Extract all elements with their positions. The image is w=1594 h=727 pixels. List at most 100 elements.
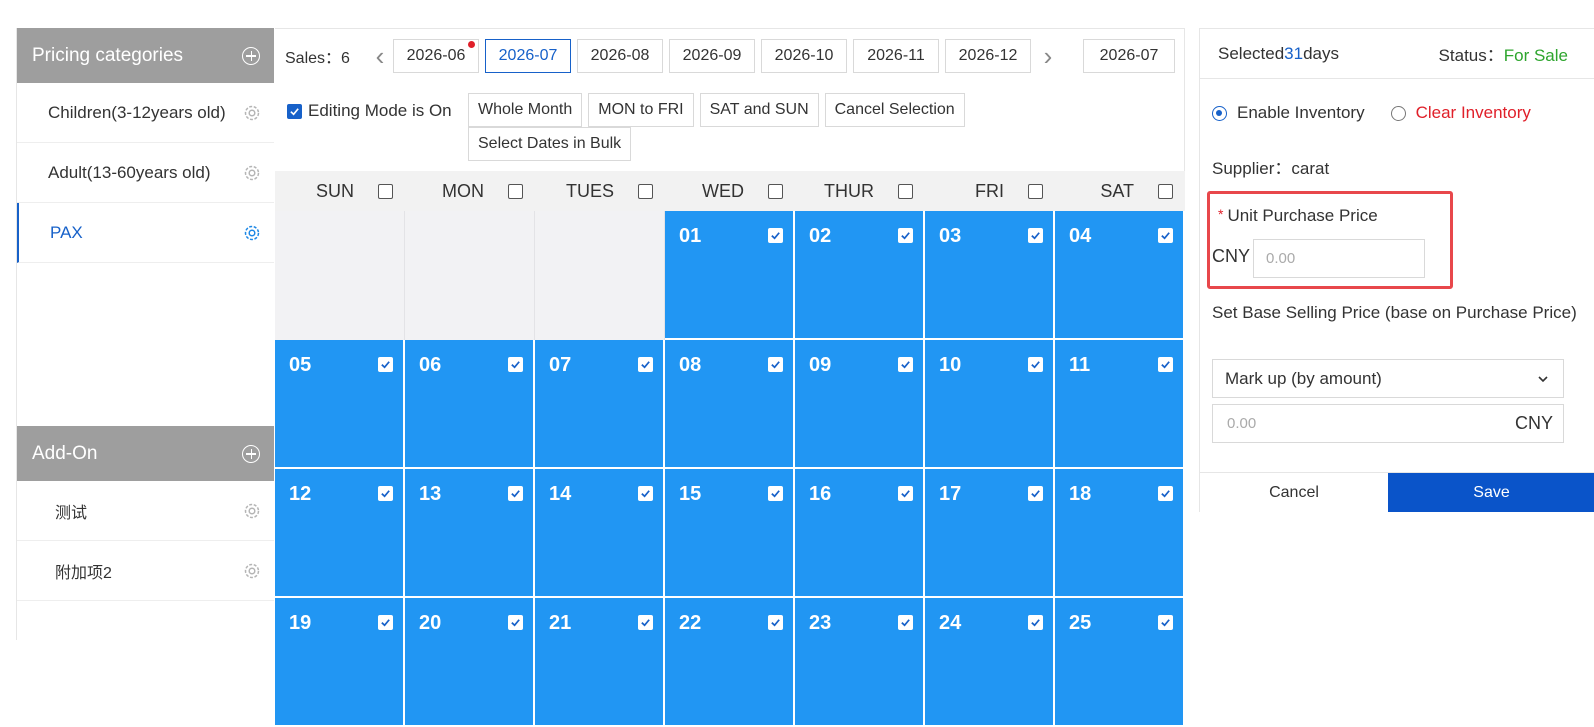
day-checkbox-checked-icon[interactable] xyxy=(898,486,913,501)
weekday-checkbox[interactable] xyxy=(768,183,783,199)
day-checkbox-checked-icon[interactable] xyxy=(638,486,653,501)
enable-inventory-radio[interactable] xyxy=(1212,105,1227,121)
weekday-checkbox[interactable] xyxy=(1158,183,1173,199)
enable-inventory-label[interactable]: Enable Inventory xyxy=(1237,103,1365,123)
whole-month-button[interactable]: Whole Month xyxy=(468,93,583,127)
unit-purchase-price-input[interactable] xyxy=(1253,239,1425,278)
calendar-day-cell[interactable]: 24 xyxy=(925,598,1055,727)
gear-icon[interactable] xyxy=(242,163,262,183)
calendar-day-cell[interactable]: 22 xyxy=(665,598,795,727)
day-checkbox-checked-icon[interactable] xyxy=(768,615,783,630)
calendar-day-cell[interactable]: 20 xyxy=(405,598,535,727)
calendar-day-cell[interactable]: 06 xyxy=(405,340,535,469)
calendar-day-cell[interactable]: 13 xyxy=(405,469,535,598)
day-checkbox-checked-icon[interactable] xyxy=(1158,228,1173,243)
sidebar-item-adult[interactable]: Adult(13-60years old) xyxy=(17,143,274,203)
chevron-right-icon[interactable]: › xyxy=(1037,39,1059,73)
save-button[interactable]: Save xyxy=(1388,473,1594,512)
month-tab-2026-08[interactable]: 2026-08 xyxy=(577,39,663,73)
day-checkbox-checked-icon[interactable] xyxy=(768,228,783,243)
calendar-day-cell[interactable]: 11 xyxy=(1055,340,1185,469)
day-checkbox-checked-icon[interactable] xyxy=(508,357,523,372)
selling-price-input[interactable] xyxy=(1213,405,1515,442)
calendar-day-cell[interactable]: 25 xyxy=(1055,598,1185,727)
day-checkbox-checked-icon[interactable] xyxy=(508,615,523,630)
day-checkbox-checked-icon[interactable] xyxy=(1028,228,1043,243)
month-tab-2026-06[interactable]: 2026-06 xyxy=(393,39,479,73)
month-tab-2026-12[interactable]: 2026-12 xyxy=(945,39,1031,73)
calendar-day-cell[interactable]: 09 xyxy=(795,340,925,469)
calendar-week-row: 01 02 03 04 xyxy=(275,211,1185,340)
calendar-day-cell[interactable]: 02 xyxy=(795,211,925,340)
calendar-day-cell[interactable]: 19 xyxy=(275,598,405,727)
day-checkbox-checked-icon[interactable] xyxy=(378,357,393,372)
calendar-day-cell[interactable]: 10 xyxy=(925,340,1055,469)
month-tab-2026-11[interactable]: 2026-11 xyxy=(853,39,939,73)
month-tab-2026-10[interactable]: 2026-10 xyxy=(761,39,847,73)
calendar-day-cell[interactable]: 15 xyxy=(665,469,795,598)
clear-inventory-label[interactable]: Clear Inventory xyxy=(1416,103,1531,123)
weekday-checkbox[interactable] xyxy=(898,183,913,199)
gear-icon[interactable] xyxy=(242,103,262,123)
day-checkbox-checked-icon[interactable] xyxy=(898,357,913,372)
select-dates-in-bulk-button[interactable]: Select Dates in Bulk xyxy=(468,127,632,161)
calendar-day-cell[interactable]: 01 xyxy=(665,211,795,340)
add-pricing-category-icon[interactable] xyxy=(242,46,260,65)
month-tab-2026-09[interactable]: 2026-09 xyxy=(669,39,755,73)
calendar-day-cell[interactable]: 03 xyxy=(925,211,1055,340)
calendar-day-number: 15 xyxy=(679,483,702,505)
day-checkbox-checked-icon[interactable] xyxy=(1028,486,1043,501)
calendar-day-cell[interactable]: 18 xyxy=(1055,469,1185,598)
sidebar-item-children[interactable]: Children(3-12years old) xyxy=(17,83,274,143)
day-checkbox-checked-icon[interactable] xyxy=(898,228,913,243)
weekday-checkbox[interactable] xyxy=(378,183,393,199)
calendar-day-cell[interactable]: 21 xyxy=(535,598,665,727)
mon-to-fri-button[interactable]: MON to FRI xyxy=(588,93,694,127)
month-tab-2026-07[interactable]: 2026-07 xyxy=(485,39,571,73)
editing-mode-toggle[interactable]: Editing Mode is On xyxy=(287,101,468,121)
weekday-checkbox[interactable] xyxy=(508,183,523,199)
calendar-day-cell[interactable]: 04 xyxy=(1055,211,1185,340)
month-label: 2026-09 xyxy=(682,47,742,64)
day-checkbox-checked-icon[interactable] xyxy=(638,357,653,372)
sidebar-item-addon-2[interactable]: 附加项2 xyxy=(17,541,274,601)
weekday-checkbox[interactable] xyxy=(1028,183,1043,199)
calendar-day-cell[interactable]: 05 xyxy=(275,340,405,469)
status-label: Status： xyxy=(1438,46,1504,65)
day-checkbox-checked-icon[interactable] xyxy=(898,615,913,630)
day-checkbox-checked-icon[interactable] xyxy=(1158,615,1173,630)
day-checkbox-checked-icon[interactable] xyxy=(768,357,783,372)
calendar-day-cell[interactable]: 23 xyxy=(795,598,925,727)
weekday-checkbox[interactable] xyxy=(638,183,653,199)
day-checkbox-checked-icon[interactable] xyxy=(508,486,523,501)
calendar-day-cell[interactable]: 08 xyxy=(665,340,795,469)
gear-icon[interactable] xyxy=(242,561,262,581)
calendar-day-cell[interactable]: 12 xyxy=(275,469,405,598)
markup-type-select[interactable]: Mark up (by amount) xyxy=(1212,359,1564,398)
calendar-day-cell[interactable]: 14 xyxy=(535,469,665,598)
day-checkbox-checked-icon[interactable] xyxy=(1028,357,1043,372)
day-checkbox-checked-icon[interactable] xyxy=(378,486,393,501)
day-checkbox-checked-icon[interactable] xyxy=(638,615,653,630)
month-picker[interactable]: 2026-07 xyxy=(1083,39,1175,73)
calendar-day-cell[interactable]: 07 xyxy=(535,340,665,469)
calendar-day-number: 02 xyxy=(809,225,832,247)
day-checkbox-checked-icon[interactable] xyxy=(768,486,783,501)
add-addon-icon[interactable] xyxy=(242,444,260,463)
day-checkbox-checked-icon[interactable] xyxy=(378,615,393,630)
sidebar-item-addon-test[interactable]: 测试 xyxy=(17,481,274,541)
cancel-selection-button[interactable]: Cancel Selection xyxy=(824,93,965,127)
gear-icon[interactable] xyxy=(242,501,262,521)
chevron-left-icon[interactable]: ‹ xyxy=(369,39,391,73)
sidebar-item-pax[interactable]: PAX xyxy=(17,203,274,263)
checkbox-checked-icon[interactable] xyxy=(287,103,302,119)
clear-inventory-radio[interactable] xyxy=(1390,105,1406,121)
calendar-day-cell[interactable]: 16 xyxy=(795,469,925,598)
day-checkbox-checked-icon[interactable] xyxy=(1158,486,1173,501)
calendar-day-cell[interactable]: 17 xyxy=(925,469,1055,598)
day-checkbox-checked-icon[interactable] xyxy=(1158,357,1173,372)
day-checkbox-checked-icon[interactable] xyxy=(1028,615,1043,630)
gear-icon[interactable] xyxy=(242,223,262,243)
sat-and-sun-button[interactable]: SAT and SUN xyxy=(699,93,819,127)
cancel-button[interactable]: Cancel xyxy=(1200,473,1388,512)
